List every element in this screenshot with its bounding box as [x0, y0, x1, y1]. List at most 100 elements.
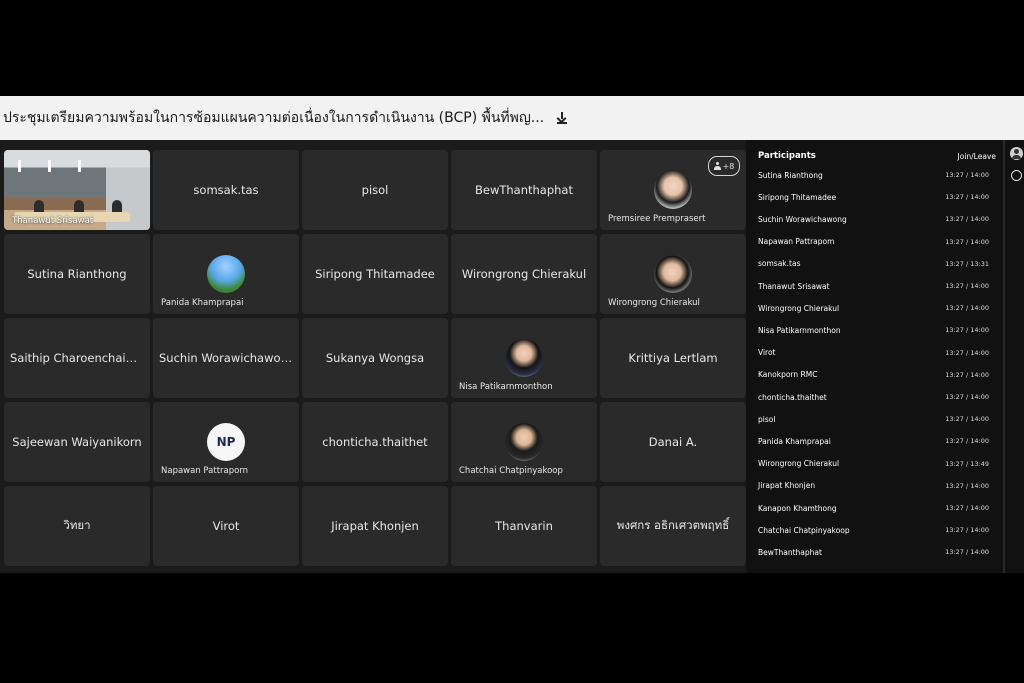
tile-name: somsak.tas — [193, 183, 259, 197]
participant-tile[interactable]: pisol — [302, 150, 448, 230]
participant-tile[interactable]: Thanvarin — [451, 486, 597, 566]
right-sidebar — [1006, 140, 1024, 573]
participant-row[interactable]: Chatchai Chatpinyakoop 13:27 / 14:00 — [758, 524, 989, 536]
tile-caption: Nisa Patikarnmonthon — [459, 382, 553, 392]
avatar — [207, 255, 245, 293]
tile-caption: Wirongrong Chierakul — [608, 298, 700, 308]
tile-caption: Premsiree Premprasert — [608, 214, 706, 224]
meeting-title: ประชุมเตรียมความพร้อมในการซ้อมแผนความต่อ… — [3, 110, 545, 126]
participant-tile[interactable]: Chatchai Chatpinyakoop — [451, 402, 597, 482]
participant-join-leave-time: 13:27 / 14:00 — [945, 415, 989, 424]
tile-name: Siripong Thitamadee — [315, 267, 435, 281]
participant-tile[interactable]: Nisa Patikarnmonthon — [451, 318, 597, 398]
participant-row[interactable]: Jirapat Khonjen 13:27 / 14:00 — [758, 480, 989, 492]
participant-tile[interactable]: Saithip Charoenchaiwo... — [4, 318, 150, 398]
participant-row[interactable]: Wirongrong Chierakul 13:27 / 14:00 — [758, 302, 989, 314]
person-icon — [713, 162, 721, 170]
participant-tile[interactable]: Danai A. — [600, 402, 746, 482]
participant-name: Chatchai Chatpinyakoop — [758, 525, 850, 535]
participant-name: Sutina Rianthong — [758, 170, 823, 180]
avatar — [505, 423, 543, 461]
participant-tile[interactable]: วิทยา — [4, 486, 150, 566]
participant-name: Jirapat Khonjen — [758, 481, 816, 491]
video-grid: Thanawut Srisawat somsak.tas pisol BewThant… — [0, 140, 746, 573]
participant-row[interactable]: pisol 13:27 / 14:00 — [758, 413, 989, 425]
participant-tile[interactable]: พงศกร อธิกเศวตพฤทธิ์ — [600, 486, 746, 566]
participant-tile[interactable]: Suchin Worawichawong — [153, 318, 299, 398]
participant-tile[interactable]: Sajeewan Waiyanikorn — [4, 402, 150, 482]
participant-row[interactable]: Kanapon Khamthong 13:27 / 14:00 — [758, 502, 989, 514]
chat-icon[interactable] — [1011, 170, 1022, 181]
avatar — [654, 255, 692, 293]
people-icon[interactable] — [1010, 147, 1023, 160]
participant-join-leave-time: 13:27 / 14:00 — [945, 548, 989, 557]
participant-tile[interactable]: chonticha.thaithet — [302, 402, 448, 482]
participants-scrollbar[interactable] — [1003, 140, 1005, 573]
tile-name: Thanvarin — [495, 519, 553, 533]
participant-tile[interactable]: Jirapat Khonjen — [302, 486, 448, 566]
tile-name: Danai A. — [648, 435, 698, 449]
tile-name: Saithip Charoenchaiwo... — [10, 351, 150, 365]
participant-tile[interactable]: Sukanya Wongsa — [302, 318, 448, 398]
participant-row[interactable]: Wirongrong Chierakul 13:27 / 13:49 — [758, 458, 989, 470]
participant-row[interactable]: Kanokporn RMC 13:27 / 14:00 — [758, 369, 989, 381]
participant-row[interactable]: Nisa Patikarnmonthon 13:27 / 14:00 — [758, 324, 989, 336]
participant-row[interactable]: Napawan Pattrapom 13:27 / 14:00 — [758, 236, 989, 248]
participant-name: Wirongrong Chierakul — [758, 303, 840, 313]
participant-join-leave-time: 13:27 / 14:00 — [945, 504, 989, 512]
participant-join-leave-time: 13:27 / 14:00 — [945, 215, 989, 224]
participant-row[interactable]: Siripong Thitamadee 13:27 / 14:00 — [758, 191, 989, 203]
meeting-title-bar: ประชุมเตรียมความพร้อมในการซ้อมแผนความต่อ… — [0, 96, 1024, 140]
participant-row[interactable]: Virot 13:27 / 14:00 — [758, 347, 989, 359]
participant-row[interactable]: chonticha.thaithet 13:27 / 14:00 — [758, 391, 989, 403]
participant-row[interactable]: Panida Khamprapai 13:27 / 14:00 — [758, 435, 989, 447]
participant-name: Thanawut Srisawat — [758, 281, 830, 291]
participant-tile[interactable]: Siripong Thitamadee — [302, 234, 448, 314]
tile-caption: Thanawut Srisawat — [12, 216, 94, 226]
participant-join-leave-time: 13:27 / 13:49 — [945, 459, 989, 468]
overflow-participants-badge[interactable]: +8 — [708, 156, 740, 176]
tile-name: Sajeewan Waiyanikorn — [12, 435, 142, 449]
participant-tile[interactable]: Wirongrong Chierakul — [600, 234, 746, 314]
participant-row[interactable]: somsak.tas 13:27 / 13:31 — [758, 258, 989, 270]
participant-tile[interactable]: BewThanthaphat — [451, 150, 597, 230]
participant-row[interactable]: Thanawut Srisawat 13:27 / 14:00 — [758, 280, 989, 292]
participant-name: Panida Khamprapai — [758, 436, 831, 446]
participant-join-leave-time: 13:27 / 14:00 — [945, 326, 989, 335]
participant-row[interactable]: BewThanthaphat 13:27 / 14:00 — [758, 546, 989, 558]
participant-name: chonticha.thaithet — [758, 392, 827, 402]
participant-name: somsak.tas — [758, 259, 801, 269]
tile-name: Jirapat Khonjen — [331, 519, 419, 533]
participant-tile[interactable]: Virot — [153, 486, 299, 566]
participant-tile[interactable]: Krittiya Lertlam — [600, 318, 746, 398]
participant-tile[interactable]: Thanawut Srisawat — [4, 150, 150, 230]
participant-join-leave-time: 13:27 / 14:00 — [945, 437, 989, 446]
participant-tile[interactable]: Panida Khamprapai — [153, 234, 299, 314]
participant-row[interactable]: Suchin Worawichawong 13:27 / 14:00 — [758, 213, 989, 225]
participant-join-leave-time: 13:27 / 14:00 — [945, 526, 989, 535]
participant-join-leave-time: 13:27 / 14:00 — [945, 171, 989, 179]
tile-name: chonticha.thaithet — [322, 435, 428, 449]
ceiling-light — [48, 160, 51, 172]
participant-join-leave-time: 13:27 / 14:00 — [945, 481, 989, 490]
participant-join-leave-time: 13:27 / 14:00 — [945, 348, 989, 357]
tile-name: pisol — [361, 183, 389, 197]
participant-tile[interactable]: Wirongrong Chierakul — [451, 234, 597, 314]
participant-name: Suchin Worawichawong — [758, 214, 847, 224]
tile-name: Wirongrong Chierakul — [461, 267, 587, 281]
participant-name: Wirongrong Chierakul — [758, 459, 840, 469]
participant-tile[interactable]: NP Napawan Pattraporn — [153, 402, 299, 482]
participant-name: Napawan Pattrapom — [758, 237, 835, 247]
ceiling-light — [18, 160, 21, 172]
join-leave-column-header: Join/Leave — [957, 151, 996, 161]
participant-row[interactable]: Sutina Rianthong 13:27 / 14:00 — [758, 169, 989, 181]
participant-name: Kanokporn RMC — [758, 370, 818, 380]
participant-name: Virot — [758, 348, 776, 358]
ceiling-light — [78, 160, 81, 172]
participant-tile[interactable]: somsak.tas — [153, 150, 299, 230]
participant-tile[interactable]: Sutina Rianthong — [4, 234, 150, 314]
participant-join-leave-time: 13:27 / 14:00 — [945, 370, 989, 379]
participant-tile[interactable]: Premsiree Premprasert +8 — [600, 150, 746, 230]
download-icon[interactable] — [556, 111, 568, 125]
participant-join-leave-time: 13:27 / 14:00 — [945, 304, 989, 313]
